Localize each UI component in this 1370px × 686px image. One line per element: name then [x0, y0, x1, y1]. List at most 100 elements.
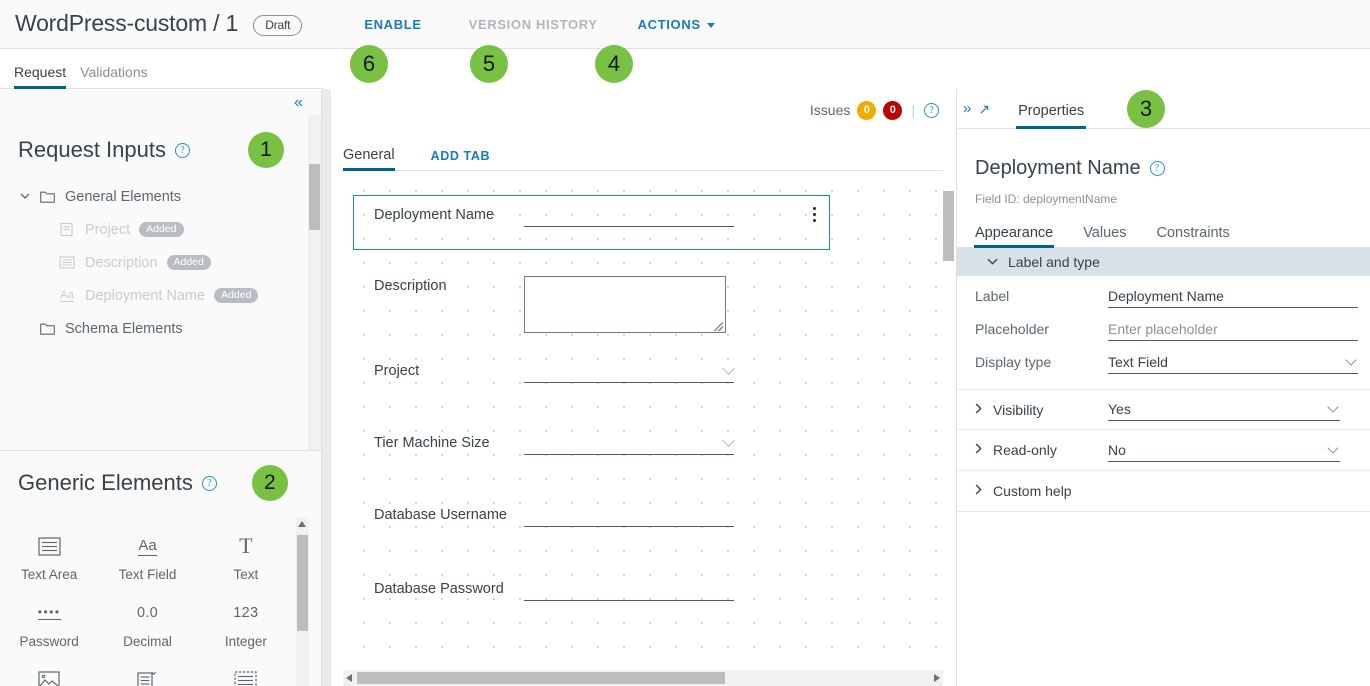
scrollbar-thumb[interactable]	[943, 191, 954, 261]
tree-item-label: General Elements	[65, 188, 182, 205]
property-label: Label	[975, 288, 1010, 304]
field-project[interactable]: Project	[374, 361, 735, 383]
generic-elements-header: Generic Elements ? 2	[0, 451, 321, 501]
chevron-right-icon	[975, 443, 993, 457]
scroll-up-arrow-icon[interactable]	[298, 521, 306, 527]
accordion-read-only[interactable]: Read-only No	[957, 430, 1370, 471]
palette-item-image[interactable]: Image	[0, 659, 98, 686]
scroll-right-arrow-icon[interactable]	[934, 674, 940, 682]
palette-item-text[interactable]: T Text	[197, 525, 295, 584]
canvas-vertical-scrollbar[interactable]	[942, 173, 955, 653]
field-description[interactable]: Description	[374, 276, 726, 333]
textarea-icon	[58, 255, 76, 271]
page-title-text: WordPress-custom / 1	[15, 10, 239, 37]
palette-item-label: Password	[19, 634, 79, 649]
property-label: Placeholder	[975, 321, 1049, 337]
help-icon[interactable]: ?	[924, 102, 939, 118]
tab-request[interactable]: Request	[14, 64, 67, 89]
resize-grip-icon[interactable]	[714, 322, 723, 331]
chevron-right-icon	[975, 403, 993, 417]
field-input[interactable]	[524, 505, 734, 527]
chevron-down-icon	[1345, 353, 1357, 366]
folder-icon	[38, 189, 56, 205]
chevron-right-icon	[975, 484, 993, 498]
scrollbar-thumb[interactable]	[357, 672, 725, 684]
display-type-select[interactable]: Text Field	[1108, 351, 1358, 374]
field-textarea[interactable]	[524, 276, 726, 333]
field-dropdown[interactable]	[524, 433, 735, 455]
status-badge: Draft	[253, 14, 303, 36]
property-row-label: Label Deployment Name	[957, 283, 1370, 309]
accordion-visibility[interactable]: Visibility Yes	[957, 389, 1370, 430]
field-database-password[interactable]: Database Password	[374, 579, 734, 601]
tab-general[interactable]: General	[343, 147, 395, 171]
properties-subtabs: Appearance Values Constraints	[957, 219, 1370, 248]
help-icon[interactable]: ?	[1149, 161, 1165, 176]
field-input[interactable]	[524, 205, 734, 227]
field-tier-machine-size[interactable]: Tier Machine Size	[374, 433, 735, 455]
form-design-surface[interactable]: Deployment Name Description Project Tier…	[343, 173, 943, 653]
palette-item-text-field[interactable]: Aa Text Field	[98, 525, 196, 584]
tab-appearance[interactable]: Appearance	[973, 225, 1055, 248]
tree-item-label: Schema Elements	[65, 320, 183, 337]
help-icon[interactable]: ?	[174, 142, 190, 158]
section-label-and-type[interactable]: Label and type	[957, 248, 1370, 276]
properties-title-row: Deployment Name ?	[957, 129, 1370, 180]
callout-6: 6	[350, 45, 388, 83]
palette-item-label: Integer	[224, 634, 267, 649]
palette-item-dropdown[interactable]: DropDown	[98, 659, 196, 686]
generic-elements-pane: Generic Elements ? 2 Text Area Aa Text F…	[0, 451, 321, 686]
palette-item-integer[interactable]: 123 Integer	[197, 592, 295, 651]
field-deployment-name[interactable]: Deployment Name	[374, 205, 734, 227]
added-tag: Added	[166, 255, 211, 270]
tab-validations[interactable]: Validations	[80, 64, 147, 88]
field-options-menu[interactable]	[807, 204, 821, 224]
image-icon	[38, 665, 60, 686]
scroll-left-arrow-icon[interactable]	[346, 674, 352, 682]
enable-button[interactable]: ENABLE	[364, 17, 421, 32]
label-input[interactable]: Deployment Name	[1108, 285, 1358, 308]
chevron-double-right-icon[interactable]: »	[963, 101, 971, 116]
sidebar-collapse-button[interactable]: «	[285, 90, 311, 116]
field-database-username[interactable]: Database Username	[374, 505, 734, 527]
visibility-select[interactable]: Yes	[1108, 398, 1340, 421]
tree-item-general-elements[interactable]: General Elements	[0, 180, 321, 213]
palette-item-label: Text Area	[21, 567, 78, 582]
palette-item-decimal[interactable]: 0.0 Decimal	[98, 592, 196, 651]
actions-menu-button[interactable]: ACTIONS	[638, 17, 715, 32]
canvas-horizontal-scrollbar[interactable]	[343, 670, 943, 686]
callout-5: 5	[470, 45, 508, 83]
chevron-down-icon[interactable]	[18, 193, 32, 200]
warning-count-badge[interactable]: 0	[857, 100, 877, 120]
tab-properties[interactable]: Properties	[1016, 103, 1087, 129]
tree-item-description: Description Added	[0, 246, 321, 279]
field-label: Database Username	[374, 507, 507, 523]
palette-item-multi-select[interactable]: Multi Select	[197, 659, 295, 686]
request-inputs-scrollbar[interactable]	[308, 115, 321, 450]
version-history-button[interactable]: VERSION HISTORY	[469, 17, 598, 32]
palette-item-password[interactable]: •••• Password	[0, 592, 98, 651]
help-icon[interactable]: ?	[201, 475, 217, 491]
field-dropdown[interactable]	[524, 361, 735, 383]
tab-constraints[interactable]: Constraints	[1156, 225, 1229, 247]
canvas-tabs: General ADD TAB	[343, 141, 943, 171]
palette-item-label: Decimal	[123, 634, 172, 649]
palette-scrollbar[interactable]	[296, 517, 309, 686]
tree-item-schema-elements[interactable]: Schema Elements	[0, 312, 321, 345]
accordion-custom-help[interactable]: Custom help	[957, 471, 1370, 512]
palette-item-text-area[interactable]: Text Area	[0, 525, 98, 584]
scrollbar-thumb[interactable]	[309, 164, 320, 230]
scrollbar-thumb[interactable]	[297, 535, 308, 631]
chevron-down-icon	[1327, 401, 1339, 413]
tab-values[interactable]: Values	[1083, 225, 1126, 247]
add-tab-button[interactable]: ADD TAB	[431, 149, 491, 170]
field-label: Description	[374, 278, 447, 294]
placeholder-input[interactable]: Enter placeholder	[1108, 318, 1358, 341]
generic-elements-palette: Text Area Aa Text Field T Text •••• Pass…	[0, 517, 295, 686]
read-only-select[interactable]: No	[1108, 439, 1340, 462]
request-inputs-pane: Request Inputs ? 1 General Elements Proj…	[0, 115, 321, 450]
error-count-badge[interactable]: 0	[883, 100, 903, 120]
field-input[interactable]	[524, 579, 734, 601]
expand-icon[interactable]: ↗	[978, 102, 990, 116]
textfield-icon: Aa	[138, 536, 157, 556]
